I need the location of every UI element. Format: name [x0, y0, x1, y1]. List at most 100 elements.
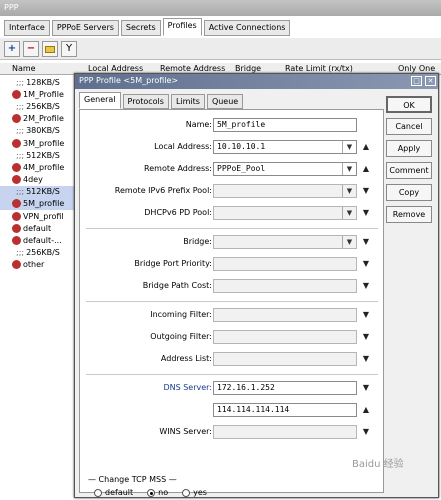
- cancel-button[interactable]: Cancel: [386, 118, 432, 135]
- bridge-path-cost-down-icon[interactable]: ▼: [360, 280, 372, 292]
- watermark: Baidu 经验: [352, 459, 404, 470]
- profile-icon: [12, 236, 21, 246]
- dns-server-2-input[interactable]: 114.114.114.114: [213, 403, 357, 417]
- tab-profiles[interactable]: Profiles: [162, 18, 202, 36]
- dhcpv6-down-icon[interactable]: ▼: [360, 207, 372, 219]
- col-only-one[interactable]: Only One: [398, 64, 435, 73]
- separator: [86, 301, 378, 302]
- list-item-label: default-...: [23, 236, 62, 246]
- col-local[interactable]: Local Address: [88, 64, 143, 73]
- local-address-input[interactable]: 10.10.10.1: [213, 140, 357, 154]
- list-item[interactable]: 4dey: [0, 174, 80, 186]
- list-item[interactable]: other: [0, 259, 80, 271]
- bridge-dropdown-icon[interactable]: ▼: [342, 236, 356, 248]
- list-comment-row[interactable]: ;;; 128KB/S: [0, 76, 80, 88]
- maximize-icon[interactable]: □: [411, 76, 422, 86]
- col-rate[interactable]: Rate Limit (rx/tx): [285, 64, 353, 73]
- tab-interface[interactable]: Interface: [4, 20, 50, 36]
- dns-server-remove-icon[interactable]: ▼: [360, 382, 372, 394]
- add-button[interactable]: +: [4, 41, 20, 57]
- apply-button[interactable]: Apply: [386, 140, 432, 157]
- remote-ipv6-down-icon[interactable]: ▼: [360, 185, 372, 197]
- filter-button[interactable]: Y: [61, 41, 77, 57]
- profile-icon: [12, 89, 21, 99]
- local-address-row: Local Address: 10.10.10.1 ▼ ▲: [80, 140, 380, 154]
- dns-server-input[interactable]: 172.16.1.252: [213, 381, 357, 395]
- list-item[interactable]: VPN_profil: [0, 210, 80, 222]
- bridge-input[interactable]: [213, 235, 357, 249]
- remove-button[interactable]: Remove: [386, 206, 432, 223]
- wins-server-label: WINS Server:: [159, 427, 212, 436]
- ok-button[interactable]: OK: [386, 96, 432, 113]
- list-comment-row[interactable]: ;;; 380KB/S: [0, 125, 80, 137]
- list-comment-row[interactable]: ;;; 512KB/S: [0, 185, 80, 198]
- radio-selected-icon[interactable]: [147, 488, 156, 497]
- tab-limits[interactable]: Limits: [170, 94, 205, 109]
- remote-ipv6-dropdown-icon[interactable]: ▼: [342, 185, 356, 197]
- copy-button[interactable]: [42, 41, 58, 57]
- dhcpv6-input[interactable]: [213, 206, 357, 220]
- address-list-input[interactable]: [213, 352, 357, 366]
- dialog-title-bar: PPP Profile <5M_profile> □ ✕: [75, 74, 438, 89]
- list-item[interactable]: 2M_Profile: [0, 113, 80, 125]
- tab-pppoe-servers[interactable]: PPPoE Servers: [51, 20, 119, 36]
- profile-icon: [12, 211, 21, 221]
- list-comment-row[interactable]: ;;; 256KB/S: [0, 100, 80, 112]
- mss-no-label: no: [158, 488, 169, 497]
- tab-active-connections[interactable]: Active Connections: [203, 20, 291, 36]
- remote-ipv6-input[interactable]: [213, 184, 357, 198]
- mss-default-option[interactable]: default: [94, 488, 133, 497]
- address-list-down-icon[interactable]: ▼: [360, 353, 372, 365]
- profile-icon: [12, 138, 21, 148]
- list-item[interactable]: default-...: [0, 234, 80, 246]
- radio-icon[interactable]: [94, 488, 102, 497]
- dialog-buttons: OK Cancel Apply Comment Copy Remove: [386, 96, 434, 228]
- col-bridge[interactable]: Bridge: [235, 64, 261, 73]
- list-item[interactable]: 1M_Profile: [0, 88, 80, 100]
- bridge-path-cost-input[interactable]: [213, 279, 357, 293]
- dhcpv6-label: DHCPv6 PD Pool:: [144, 208, 212, 217]
- dns-server-2-up-icon[interactable]: ▲: [360, 404, 372, 416]
- tab-protocols[interactable]: Protocols: [122, 94, 169, 109]
- col-remote[interactable]: Remote Address: [160, 64, 225, 73]
- remote-address-dropdown-icon[interactable]: ▼: [342, 163, 356, 175]
- name-input[interactable]: 5M_profile: [213, 118, 357, 132]
- list-comment-row[interactable]: ;;; 512KB/S: [0, 149, 80, 161]
- separator: [86, 374, 378, 375]
- outgoing-filter-down-icon[interactable]: ▼: [360, 331, 372, 343]
- comment-button[interactable]: Comment: [386, 162, 432, 179]
- list-item[interactable]: 3M_profile: [0, 137, 80, 149]
- list-item[interactable]: 5M_profile: [0, 197, 80, 211]
- remove-button[interactable]: −: [23, 41, 39, 57]
- remote-address-up-icon[interactable]: ▲: [360, 163, 372, 175]
- list-comment-row[interactable]: ;;; 256KB/S: [0, 247, 80, 259]
- bridge-port-priority-row: Bridge Port Priority: ▼: [80, 257, 380, 271]
- tab-secrets[interactable]: Secrets: [120, 20, 161, 36]
- radio-icon[interactable]: [182, 488, 191, 497]
- local-address-up-icon[interactable]: ▲: [360, 141, 372, 153]
- name-row: Name: 5M_profile: [80, 118, 380, 132]
- mss-yes-option[interactable]: yes: [182, 488, 207, 497]
- tab-general[interactable]: General: [79, 92, 121, 109]
- bridge-down-icon[interactable]: ▼: [360, 236, 372, 248]
- wins-server-down-icon[interactable]: ▼: [360, 426, 372, 438]
- wins-server-input[interactable]: [213, 425, 357, 439]
- outgoing-filter-input[interactable]: [213, 330, 357, 344]
- bridge-port-priority-down-icon[interactable]: ▼: [360, 258, 372, 270]
- list-item[interactable]: default: [0, 222, 80, 234]
- dhcpv6-dropdown-icon[interactable]: ▼: [342, 207, 356, 219]
- remote-address-input[interactable]: PPPoE_Pool: [213, 162, 357, 176]
- profile-icon: [12, 175, 21, 185]
- incoming-filter-down-icon[interactable]: ▼: [360, 309, 372, 321]
- dns-server-label: DNS Server:: [163, 383, 212, 392]
- mss-no-option[interactable]: no: [147, 488, 168, 497]
- outgoing-filter-row: Outgoing Filter: ▼: [80, 330, 380, 344]
- incoming-filter-input[interactable]: [213, 308, 357, 322]
- local-address-dropdown-icon[interactable]: ▼: [342, 141, 356, 153]
- close-icon[interactable]: ✕: [425, 76, 436, 86]
- tab-queue[interactable]: Queue: [206, 94, 244, 109]
- col-name[interactable]: Name: [12, 64, 36, 73]
- list-item[interactable]: 4M_profile: [0, 161, 80, 173]
- bridge-port-priority-input[interactable]: [213, 257, 357, 271]
- copy-button[interactable]: Copy: [386, 184, 432, 201]
